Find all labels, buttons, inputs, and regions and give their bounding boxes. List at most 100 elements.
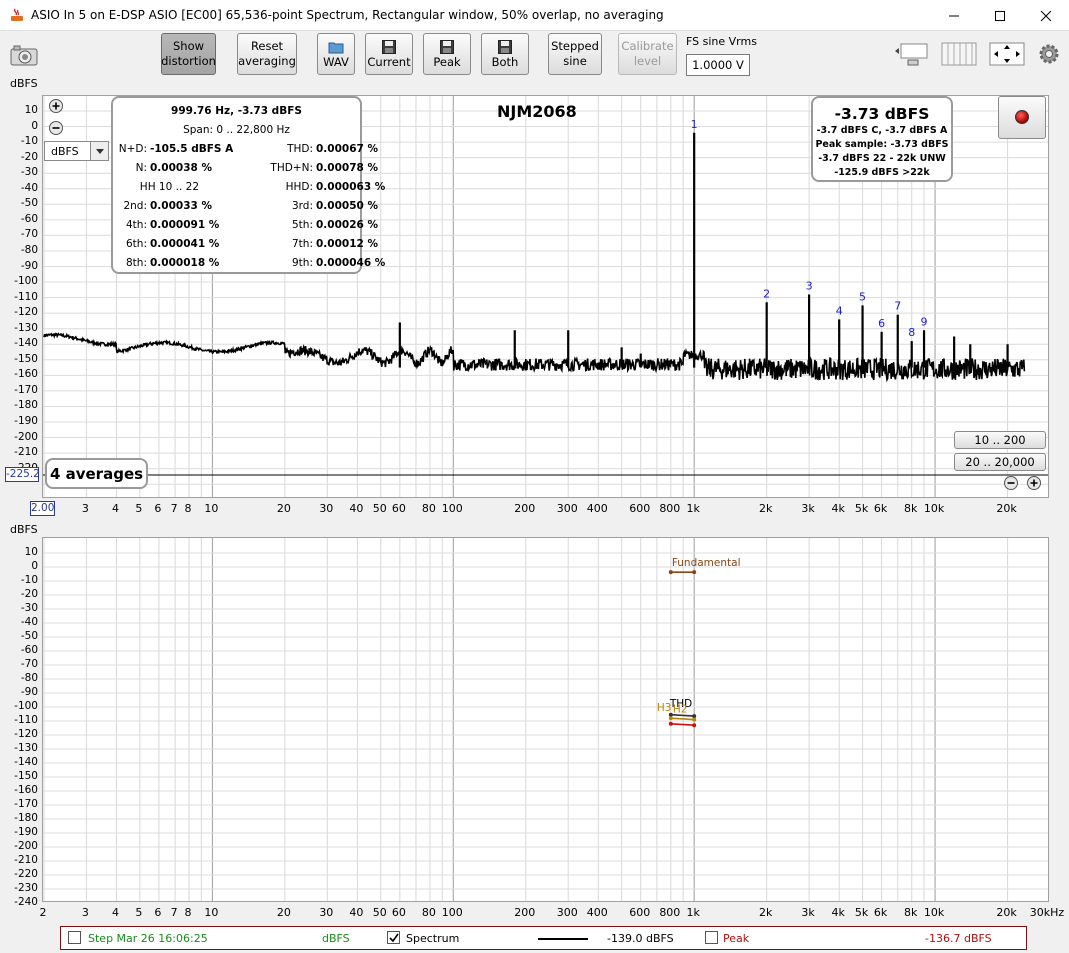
calibrate-level-button[interactable]: Calibrate level (618, 33, 677, 75)
distortion-r-label: 3rd: (291, 200, 313, 212)
chart-title: NJM2068 (497, 102, 577, 121)
spectrum-y-unit: dBFS (10, 77, 38, 90)
layout-icon[interactable] (893, 41, 929, 69)
distortion-r-value: 0.00067 % (316, 143, 379, 155)
range-10-200-button[interactable]: 10 .. 200 (954, 431, 1046, 449)
save-both-button[interactable]: Both (481, 33, 529, 75)
minimize-button[interactable] (931, 0, 977, 31)
y-tick-label: -60 (20, 212, 38, 225)
status-unit: dBFS (322, 932, 350, 945)
x-tick-label: 8 (184, 502, 192, 515)
level-panel: -3.73 dBFS -3.7 dBFS C, -3.7 dBFS A Peak… (811, 96, 953, 182)
y-tick-label: 0 (31, 560, 38, 572)
x-tick-label: 400 (586, 502, 608, 515)
y-tick-label: -230 (14, 882, 38, 894)
x-tick-label: 3k (801, 502, 815, 515)
x-tick-label: 4 (112, 906, 120, 919)
x-tick-label: 3k (801, 906, 815, 919)
y-tick-label: -130 (14, 742, 38, 754)
peak-legend-label: Peak (723, 932, 750, 945)
x-tick-label: 600 (629, 502, 651, 515)
x-tick-label: 80 (421, 502, 436, 515)
distortion-plot[interactable]: Fundamental THD H3 H2 (42, 537, 1049, 902)
unit-select[interactable]: dBFS (44, 141, 109, 161)
range-20-20000-button[interactable]: 20 .. 20,000 (954, 453, 1046, 471)
show-distortion-button[interactable]: Show distortion (161, 33, 216, 75)
stepped-sine-button[interactable]: Stepped sine (548, 33, 602, 75)
x-tick-label: 3 (81, 906, 89, 919)
harmonic-label: 1 (691, 118, 698, 131)
level-line-2: Peak sample: -3.73 dBFS (815, 139, 949, 150)
x-tick-label: 5 (135, 906, 143, 919)
y-tick-label: -150 (14, 352, 38, 365)
harmonic-label: 5 (859, 290, 866, 303)
rew-window: ASIO In 5 on E-DSP ASIO [EC00] 65,536-po… (0, 0, 1069, 953)
peak-checkbox[interactable] (705, 931, 718, 944)
x-tick-label: 60 (391, 502, 406, 515)
h2-point (692, 717, 697, 722)
harmonic-label: 7 (894, 300, 901, 313)
record-button[interactable] (998, 96, 1046, 139)
gear-icon[interactable] (1037, 42, 1061, 66)
x-zoom-in-icon[interactable] (1026, 475, 1042, 491)
close-button[interactable] (1023, 0, 1069, 31)
java-app-icon (11, 8, 23, 21)
zoom-out-icon[interactable] (48, 120, 64, 136)
y-tick-label: -210 (14, 446, 38, 459)
x-tick-label: 10k (923, 906, 945, 919)
wav-label: WAV (323, 54, 349, 69)
x-tick-label: 7 (170, 502, 178, 515)
lower-y-unit: dBFS (10, 523, 38, 536)
save-current-button[interactable]: Current (365, 33, 413, 75)
h3-point (668, 721, 673, 726)
distortion-panel: 999.76 Hz, -3.73 dBFS Span: 0 .. 22,800 … (111, 96, 385, 274)
move-arrows-icon[interactable] (989, 42, 1025, 66)
x-zoom-out-icon[interactable] (1003, 475, 1019, 491)
y-tick-label: -110 (14, 714, 38, 726)
distortion-span: Span: 0 .. 22,800 Hz (183, 124, 290, 136)
level-main: -3.73 dBFS (834, 105, 930, 123)
x-tick-label: 20 (276, 906, 291, 919)
x-tick-label: 20k (996, 502, 1017, 515)
y-tick-label: -240 (14, 896, 38, 908)
y-tick-label: 10 (24, 104, 38, 116)
distortion-r-value: 0.000046 % (316, 257, 386, 269)
distortion-l-label: HH 10 .. 22 (139, 181, 199, 193)
y-cursor-readout: -225.2 (5, 467, 40, 482)
wav-button[interactable]: WAV (317, 33, 355, 75)
y-tick-label: -10 (20, 135, 38, 148)
y-tick-label: -10 (20, 574, 38, 586)
x-tick-label: 1k (686, 906, 700, 919)
x-tick-label: 1k (686, 502, 700, 515)
show-distortion-label-1: Show (172, 39, 205, 53)
reset-averaging-button[interactable]: Reset averaging (237, 33, 297, 75)
harmonic-label: 2 (763, 287, 770, 300)
spectrum-checkbox[interactable] (387, 931, 400, 944)
distortion-r-value: 0.00078 % (316, 162, 379, 174)
h3-label: H3 (657, 702, 672, 714)
camera-icon[interactable] (9, 43, 39, 67)
stepped-sine-label-2: sine (563, 54, 587, 68)
x-tick-label: 6 (154, 502, 162, 515)
level-line-3: -3.7 dBFS 22 - 22k UNW (818, 153, 946, 164)
maximize-button[interactable] (977, 0, 1023, 31)
x-tick-label: 6k (873, 906, 888, 919)
zoom-in-icon[interactable] (48, 98, 64, 114)
columns-icon[interactable] (941, 42, 977, 66)
y-tick-label: -150 (14, 770, 38, 782)
y-tick-label: -70 (20, 658, 38, 670)
minimize-icon (949, 15, 959, 16)
x-tick-label: 200 (514, 502, 536, 515)
save-peak-button[interactable]: Peak (423, 33, 471, 75)
calibrate-level-label-2: level (633, 54, 662, 68)
distortion-r-label: THD: (287, 143, 313, 155)
save-icon (382, 39, 396, 54)
y-tick-label: -220 (14, 868, 38, 880)
step-checkbox[interactable] (68, 931, 81, 944)
show-distortion-label-2: distortion (161, 54, 216, 68)
fs-sine-field[interactable]: 1.0000 V (686, 54, 750, 76)
y-tick-label: -50 (20, 630, 38, 642)
harmonic-label: 8 (908, 326, 915, 339)
harmonic-label: 4 (836, 304, 843, 317)
y-tick-label: -130 (14, 321, 38, 334)
